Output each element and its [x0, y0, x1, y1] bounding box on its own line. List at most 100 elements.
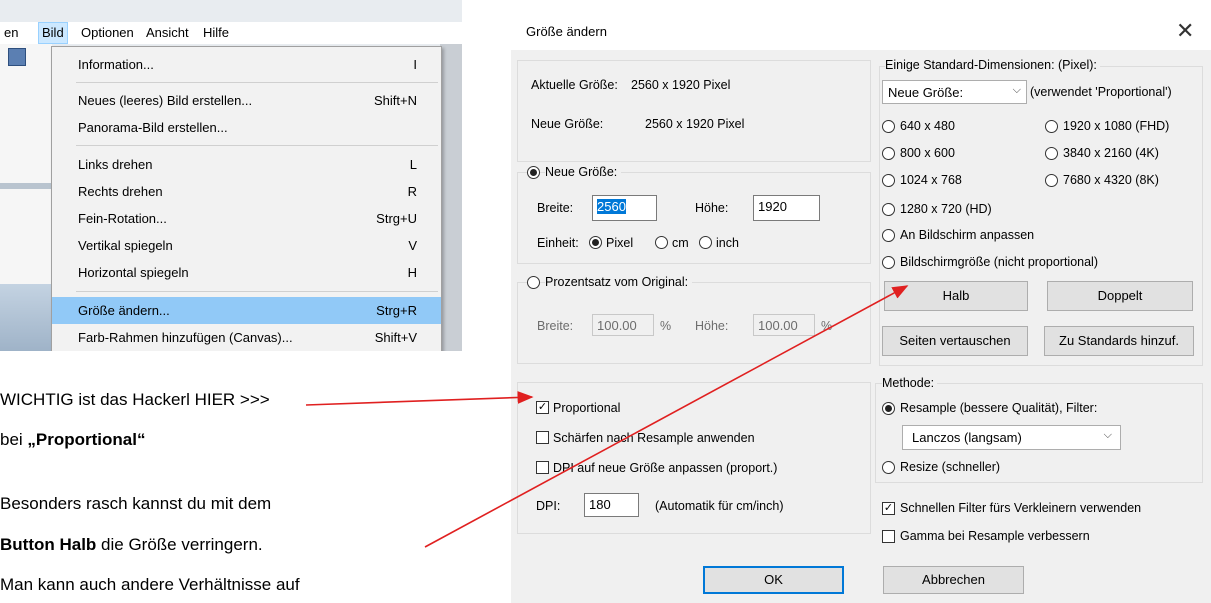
new-size-radio-label: Neue Größe: [545, 165, 622, 179]
std-3840-radio[interactable] [1045, 147, 1058, 160]
menu-item-information[interactable]: Information... I [52, 51, 441, 78]
percent-height-label: Höhe: [695, 319, 729, 333]
menu-item-resize[interactable]: Größe ändern... Strg+R [52, 297, 441, 324]
std-1920-radio[interactable] [1045, 120, 1058, 133]
unit-inch-label: inch [716, 236, 739, 250]
menu-item-rotate-left[interactable]: Links drehen L [52, 151, 441, 178]
new-size-radio[interactable] [527, 166, 540, 179]
annotation-line-cut: Man kann auch andere Verhältnisse auf [0, 575, 300, 594]
std-7680-label: 7680 x 4320 (8K) [1063, 173, 1159, 187]
resize-radio[interactable] [882, 461, 895, 474]
current-size-label: Aktuelle Größe: [531, 78, 618, 92]
unit-inch-radio[interactable] [699, 236, 712, 249]
bild-dropdown-menu: Information... I Neues (leeres) Bild erst… [51, 46, 442, 351]
screen-size-label: Bildschirmgröße (nicht proportional) [900, 255, 1098, 269]
percent-unit: % [660, 319, 672, 333]
new-size-label: Neue Größe: [531, 117, 604, 131]
height-input[interactable]: 1920 [753, 195, 820, 221]
half-button[interactable]: Halb [884, 281, 1028, 311]
sharpen-checkbox[interactable] [536, 431, 549, 444]
menu-item-fine-rotation[interactable]: Fein-Rotation... Strg+U [52, 205, 441, 232]
menu-item-new-image[interactable]: Neues (leeres) Bild erstellen... Shift+N [52, 87, 441, 114]
std-1280-label: 1280 x 720 (HD) [900, 202, 992, 216]
dpi-adjust-label: DPI auf neue Größe anpassen (proport.) [553, 461, 778, 475]
menu-separator [76, 291, 438, 292]
double-button[interactable]: Doppelt [1047, 281, 1193, 311]
menu-item-rotate-right[interactable]: Rechts drehen R [52, 178, 441, 205]
percent-height-input[interactable]: 100.00 [753, 314, 815, 336]
dpi-note: (Automatik für cm/inch) [655, 499, 784, 513]
resize-label: Resize (schneller) [900, 460, 1001, 474]
fit-screen-radio[interactable] [882, 229, 895, 242]
height-label: Höhe: [695, 201, 729, 215]
menubar: en Bild Optionen Ansicht Hilfe [0, 22, 462, 44]
dialog-titlebar [511, 0, 1211, 50]
proportional-checkbox[interactable]: ✓ [536, 401, 549, 414]
menu-bild[interactable]: Bild [38, 22, 68, 44]
standard-combo-note: (verwendet 'Proportional') [1030, 85, 1172, 99]
unit-cm-label: cm [672, 236, 689, 250]
menu-separator [76, 145, 438, 146]
standard-size-combo[interactable]: Neue Größe: ⌵ [882, 80, 1027, 104]
std-7680-radio[interactable] [1045, 174, 1058, 187]
std-1024-label: 1024 x 768 [900, 173, 962, 187]
menu-optionen[interactable]: Optionen [81, 25, 134, 40]
menu-ansicht[interactable]: Ansicht [146, 25, 189, 40]
fit-screen-label: An Bildschirm anpassen [900, 228, 1035, 242]
annotation-line: Button Halb die Größe verringern. [0, 535, 263, 554]
current-size-value: 2560 x 1920 Pixel [631, 78, 731, 92]
filter-combo[interactable]: Lanczos (langsam) ⌵ [902, 425, 1121, 450]
percent-width-input[interactable]: 100.00 [592, 314, 654, 336]
std-1920-label: 1920 x 1080 (FHD) [1063, 119, 1170, 133]
std-800-radio[interactable] [882, 147, 895, 160]
std-800-label: 800 x 600 [900, 146, 955, 160]
unit-cm-radio[interactable] [655, 236, 668, 249]
standard-dimensions-group [879, 66, 1203, 366]
menu-separator [76, 82, 438, 83]
menu-item-canvas[interactable]: Farb-Rahmen hinzufügen (Canvas)... Shift+… [52, 324, 441, 351]
gamma-checkbox[interactable] [882, 530, 895, 543]
percent-width-label: Breite: [537, 319, 574, 333]
std-1024-radio[interactable] [882, 174, 895, 187]
background-image-fragment [440, 44, 462, 351]
gamma-label: Gamma bei Resample verbessern [900, 529, 1090, 543]
percent-radio[interactable] [527, 276, 540, 289]
annotation-line: WICHTIG ist das Hackerl HIER >>> [0, 390, 270, 409]
background-image-fragment [0, 284, 52, 351]
menu-item-panorama[interactable]: Panorama-Bild erstellen... [52, 114, 441, 141]
ok-button[interactable]: OK [703, 566, 844, 594]
std-640-label: 640 x 480 [900, 119, 955, 133]
chevron-down-icon: ⌵ [1103, 429, 1112, 441]
screen-size-radio[interactable] [882, 256, 895, 269]
std-1280-radio[interactable] [882, 203, 895, 216]
std-640-radio[interactable] [882, 120, 895, 133]
resample-label: Resample (bessere Qualität), Filter: [900, 401, 1098, 415]
unit-pixel-radio[interactable] [589, 236, 602, 249]
background-image-fragment [0, 183, 52, 189]
unit-pixel-label: Pixel [606, 236, 634, 250]
resize-dialog: Größe ändern ✕ Aktuelle Größe: 2560 x 19… [511, 0, 1211, 603]
close-icon[interactable]: ✕ [1176, 18, 1194, 44]
chevron-down-icon: ⌵ [1012, 84, 1021, 96]
dpi-input[interactable]: 180 [584, 493, 639, 517]
width-label: Breite: [537, 201, 574, 215]
dpi-adjust-checkbox[interactable] [536, 461, 549, 474]
printer-icon[interactable] [8, 48, 26, 66]
percent-radio-label: Prozentsatz vom Original: [545, 275, 693, 289]
arrow-to-proportional [305, 391, 534, 406]
cancel-button[interactable]: Abbrechen [883, 566, 1024, 594]
menu-item-flip-horizontal[interactable]: Horizontal spiegeln H [52, 259, 441, 286]
std-3840-label: 3840 x 2160 (4K) [1063, 146, 1159, 160]
menu-en[interactable]: en [4, 25, 18, 40]
add-to-standards-button[interactable]: Zu Standards hinzuf. [1044, 326, 1194, 356]
method-title: Methode: [882, 376, 938, 390]
fast-filter-checkbox[interactable]: ✓ [882, 502, 895, 515]
annotation-line: bei „Proportional“ [0, 430, 146, 449]
fast-filter-label: Schnellen Filter fürs Verkleinern verwen… [900, 501, 1142, 515]
size-info-group [517, 60, 871, 162]
width-input[interactable]: 2560 [592, 195, 657, 221]
menu-item-flip-vertical[interactable]: Vertikal spiegeln V [52, 232, 441, 259]
resample-radio[interactable] [882, 402, 895, 415]
menu-hilfe[interactable]: Hilfe [203, 25, 229, 40]
swap-sides-button[interactable]: Seiten vertauschen [882, 326, 1028, 356]
